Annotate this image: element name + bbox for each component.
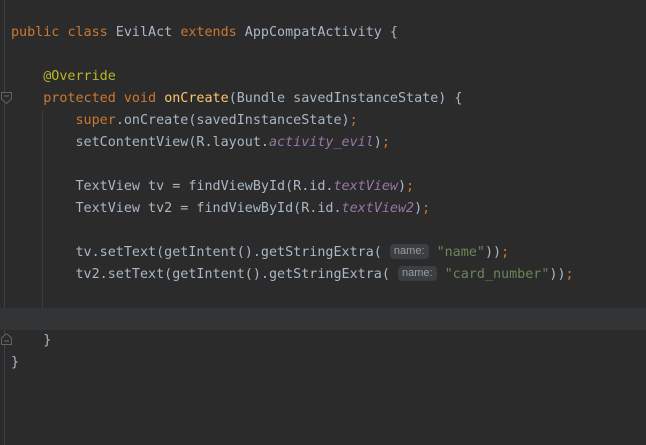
code-token-fld: textView <box>333 179 398 194</box>
code-token-fld: activity_evil <box>269 135 374 150</box>
caret-line[interactable] <box>0 308 646 330</box>
code-editor[interactable]: public class EvilAct extends AppCompatAc… <box>0 0 646 445</box>
code-line[interactable]: tv2.setText(getIntent().getStringExtra( … <box>0 264 646 286</box>
code-token-def: ) <box>374 135 382 150</box>
code-token-kw: class <box>67 25 107 40</box>
code-token-mth: onCreate <box>164 91 229 106</box>
code-token-kw: public <box>11 25 59 40</box>
code-token-def: tv.setText(getIntent().getStringExtra( <box>11 245 390 260</box>
code-token-def: TextView tv = findViewById(R.id. <box>11 179 333 194</box>
code-line[interactable]: TextView tv = findViewById(R.id.textView… <box>0 176 646 198</box>
code-token-def: EvilAct <box>108 25 181 40</box>
code-token-def: ) <box>414 201 422 216</box>
code-token-def <box>11 113 76 128</box>
code-token-semi: ; <box>350 113 358 128</box>
code-line[interactable]: public class EvilAct extends AppCompatAc… <box>0 22 646 44</box>
code-token-def: AppCompatActivity { <box>237 25 398 40</box>
code-line[interactable] <box>0 220 646 242</box>
parameter-name-hint-chip[interactable]: name: <box>398 266 437 281</box>
code-line[interactable]: } <box>0 330 646 352</box>
code-line[interactable]: setContentView(R.layout.activity_evil); <box>0 132 646 154</box>
parameter-name-hint-chip[interactable]: name: <box>390 244 429 259</box>
code-token-def <box>11 69 43 84</box>
code-token-fld: textView2 <box>342 201 415 216</box>
code-token-ann: @Override <box>43 69 116 84</box>
code-token-kw: super <box>76 113 116 128</box>
code-token-semi: ; <box>406 179 414 194</box>
code-line[interactable]: @Override <box>0 66 646 88</box>
code-token-str: "name" <box>437 245 485 260</box>
code-token-def: } <box>11 333 51 348</box>
code-line[interactable]: super.onCreate(savedInstanceState); <box>0 110 646 132</box>
code-token-def: } <box>11 355 19 370</box>
code-line[interactable]: tv.setText(getIntent().getStringExtra( n… <box>0 242 646 264</box>
code-line[interactable]: protected void onCreate(Bundle savedInst… <box>0 88 646 110</box>
code-token-semi: ; <box>501 245 509 260</box>
code-line[interactable]: } <box>0 352 646 374</box>
code-token-def: .onCreate(savedInstanceState) <box>116 113 350 128</box>
code-token-kw: void <box>124 91 156 106</box>
code-token-def: (Bundle savedInstanceState) { <box>229 91 463 106</box>
code-token-semi: ; <box>422 201 430 216</box>
code-line[interactable]: TextView tv2 = findViewById(R.id.textVie… <box>0 198 646 220</box>
code-token-def <box>156 91 164 106</box>
code-lines: public class EvilAct extends AppCompatAc… <box>0 22 646 374</box>
code-token-def: )) <box>549 267 565 282</box>
code-line[interactable] <box>0 44 646 66</box>
code-token-def: tv2.setText(getIntent().getStringExtra( <box>11 267 398 282</box>
code-token-kw: extends <box>180 25 236 40</box>
code-token-def: TextView tv2 = findViewById(R.id. <box>11 201 342 216</box>
code-token-def <box>429 245 437 260</box>
code-token-kw: protected <box>43 91 116 106</box>
code-line[interactable] <box>0 154 646 176</box>
code-token-semi: ; <box>382 135 390 150</box>
code-line[interactable] <box>0 286 646 308</box>
code-token-str: "card_number" <box>445 267 550 282</box>
code-token-def: setContentView(R.layout. <box>11 135 269 150</box>
code-token-def <box>116 91 124 106</box>
code-token-def <box>11 91 43 106</box>
code-token-def: ) <box>398 179 406 194</box>
code-token-def: )) <box>485 245 501 260</box>
code-token-semi: ; <box>566 267 574 282</box>
code-token-def <box>437 267 445 282</box>
